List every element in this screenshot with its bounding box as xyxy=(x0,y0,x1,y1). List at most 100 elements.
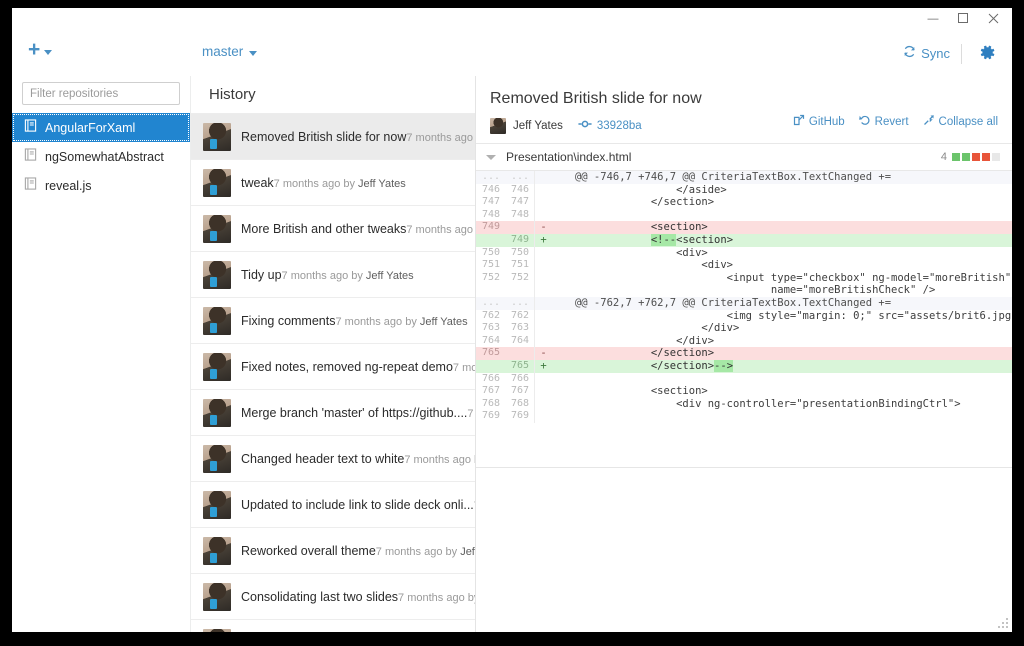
diff-new-lineno: 748 xyxy=(510,208,529,220)
commit-list-item[interactable]: Consolidating last two slides7 months ag… xyxy=(191,574,475,620)
diff-viewer[interactable]: ...... @@ -746,7 +746,7 @@ CriteriaTextB… xyxy=(476,171,1012,468)
diff-new-lineno: 769 xyxy=(510,410,529,422)
commit-sha-label: 33928ba xyxy=(596,120,642,132)
commit-summary-label: Removed British slide for now xyxy=(241,129,407,144)
commit-list-item[interactable]: Reworked overall theme7 months ago by Je… xyxy=(191,528,475,574)
diff-old-lineno: 766 xyxy=(481,372,500,384)
diff-old-lineno: ... xyxy=(481,171,500,182)
commit-list: Removed British slide for now 7 months ag… xyxy=(191,114,475,632)
minimize-button[interactable]: — xyxy=(918,8,948,30)
commit-text: Removed British slide for now7 months ag… xyxy=(241,128,475,146)
git-commit-icon xyxy=(578,117,592,136)
filter-repositories-input[interactable] xyxy=(22,82,180,105)
diff-line: 747 747 </section> xyxy=(476,196,1012,209)
avatar xyxy=(203,352,231,381)
repository-item[interactable]: ngSomewhatAbstract xyxy=(12,142,190,171)
diff-code xyxy=(552,410,1012,423)
commit-list-item[interactable]: tweak7 months ago by Jeff Yates xyxy=(191,160,475,206)
commit-summary-label: tweak xyxy=(241,175,274,190)
sync-label: Sync xyxy=(921,45,950,61)
diff-old-lineno xyxy=(476,284,505,297)
resize-grip-dot xyxy=(1006,618,1008,620)
resize-grip-dot xyxy=(998,626,1000,628)
diff-code: @@ -746,7 +746,7 @@ CriteriaTextBox.Text… xyxy=(556,171,892,183)
repo-book-icon xyxy=(24,119,37,136)
branch-selector[interactable]: master xyxy=(202,44,258,59)
settings-button[interactable] xyxy=(979,44,996,66)
maximize-button[interactable] xyxy=(948,8,978,30)
resize-grip-dot xyxy=(1002,626,1004,628)
commit-summary-label: Fixed notes, removed ng-repeat demo xyxy=(241,359,453,374)
repository-sidebar: AngularForXaml ngSomewhatAbstract reveal.j… xyxy=(12,76,191,632)
external-link-icon xyxy=(793,114,805,129)
diff-line: 752 752 <input type="checkbox" ng-model="… xyxy=(476,271,1012,285)
repository-name-label: reveal.js xyxy=(45,178,92,193)
diff-old-lineno: 765 xyxy=(481,347,500,359)
commit-list-item[interactable]: More British and other tweaks7 months ag… xyxy=(191,206,475,252)
commit-text: Changed header text to white7 months ago… xyxy=(241,450,475,468)
github-label: GitHub xyxy=(808,115,845,128)
diffstat-block xyxy=(992,153,1000,161)
commit-list-item[interactable]: Tidy up7 months ago by Jeff Yates xyxy=(191,252,475,298)
diff-new-lineno: ... xyxy=(510,296,529,308)
diff-old-lineno: 768 xyxy=(481,397,500,409)
diff-marker xyxy=(534,334,552,348)
commit-list-item[interactable]: Fixed notes, removed ng-repeat demo7 mon… xyxy=(191,344,475,390)
diff-old-lineno: 751 xyxy=(481,259,500,271)
commit-meta-label: 7 months ago by Jeff Yates xyxy=(467,407,475,420)
commit-sha[interactable]: 33928ba xyxy=(578,117,642,136)
top-toolbar: + master Sync xyxy=(12,32,1012,77)
repo-book-icon xyxy=(24,177,37,194)
chevron-down-icon xyxy=(249,50,258,56)
revert-button[interactable]: Revert xyxy=(858,114,909,129)
history-panel: History Removed British slide for now7 m… xyxy=(191,76,476,632)
gear-icon xyxy=(979,45,996,65)
sync-refresh-icon xyxy=(903,45,916,61)
diff-new-lineno: 751 xyxy=(510,259,529,271)
diff-new-lineno: 762 xyxy=(510,309,529,321)
diff-line: name="moreBritishCheck" /> xyxy=(476,284,1012,297)
repository-item[interactable]: AngularForXaml xyxy=(12,113,190,142)
commit-text: Tidy up7 months ago by Jeff Yates xyxy=(241,266,467,284)
commit-list-item[interactable]: Changed header text to white7 months ago… xyxy=(191,436,475,482)
commit-summary-label: Reworked overall theme xyxy=(241,543,376,558)
commit-list-item[interactable]: Merge branch 'master' of https://github.… xyxy=(191,390,475,436)
commit-list-item[interactable]: Tidied up examples, reordered content, e… xyxy=(191,620,475,632)
commit-actions: GitHub Revert Collapse all xyxy=(793,114,998,129)
resize-grip[interactable] xyxy=(996,616,1009,629)
file-header-row[interactable]: Presentation\index.html 4 xyxy=(476,144,1012,171)
diff-line: 749 + <!--<section> xyxy=(476,233,1012,247)
add-repository-button[interactable]: + xyxy=(28,39,53,60)
diffstat: 4 xyxy=(941,151,1000,163)
commit-detail-panel: Removed British slide for now Jeff Yates… xyxy=(476,76,1012,632)
diff-marker xyxy=(534,171,552,184)
collapse-all-button[interactable]: Collapse all xyxy=(923,114,998,129)
close-button[interactable] xyxy=(978,8,1008,30)
diff-marker xyxy=(534,385,552,398)
commit-summary-label: Tidy up xyxy=(241,267,282,282)
diff-marker xyxy=(534,259,552,272)
commit-list-item[interactable]: Fixing comments7 months ago by Jeff Yate… xyxy=(191,298,475,344)
diff-code: <input type="checkbox" ng-model="moreBri… xyxy=(556,271,1012,284)
commit-list-item[interactable]: Updated to include link to slide deck on… xyxy=(191,482,475,528)
diff-code: </section> xyxy=(556,347,715,360)
commit-meta-label: 7 months ago by Jeff Yates xyxy=(281,269,414,282)
triangle-down-icon[interactable] xyxy=(486,154,496,160)
diff-line: 762 762 <img style="margin: 0;" src="asse… xyxy=(476,309,1012,323)
repository-item[interactable]: reveal.js xyxy=(12,171,190,200)
github-button[interactable]: GitHub xyxy=(793,114,845,129)
commit-summary-label: Merge branch 'master' of https://github.… xyxy=(241,405,468,420)
close-icon xyxy=(988,13,999,26)
commit-list-item[interactable]: Removed British slide for now7 months ag… xyxy=(191,114,475,160)
commit-text: More British and other tweaks7 months ag… xyxy=(241,220,475,238)
diff-marker xyxy=(534,372,552,386)
diff-new-lineno: 768 xyxy=(510,397,529,409)
avatar xyxy=(203,628,231,632)
undo-arrow-icon xyxy=(858,114,871,129)
sync-button[interactable]: Sync xyxy=(903,45,950,61)
diff-old-lineno: 764 xyxy=(481,334,500,346)
diff-old-lineno xyxy=(476,360,505,373)
minimize-icon: — xyxy=(927,13,939,25)
maximize-icon xyxy=(958,13,968,25)
diff-code: </div> xyxy=(556,334,715,347)
